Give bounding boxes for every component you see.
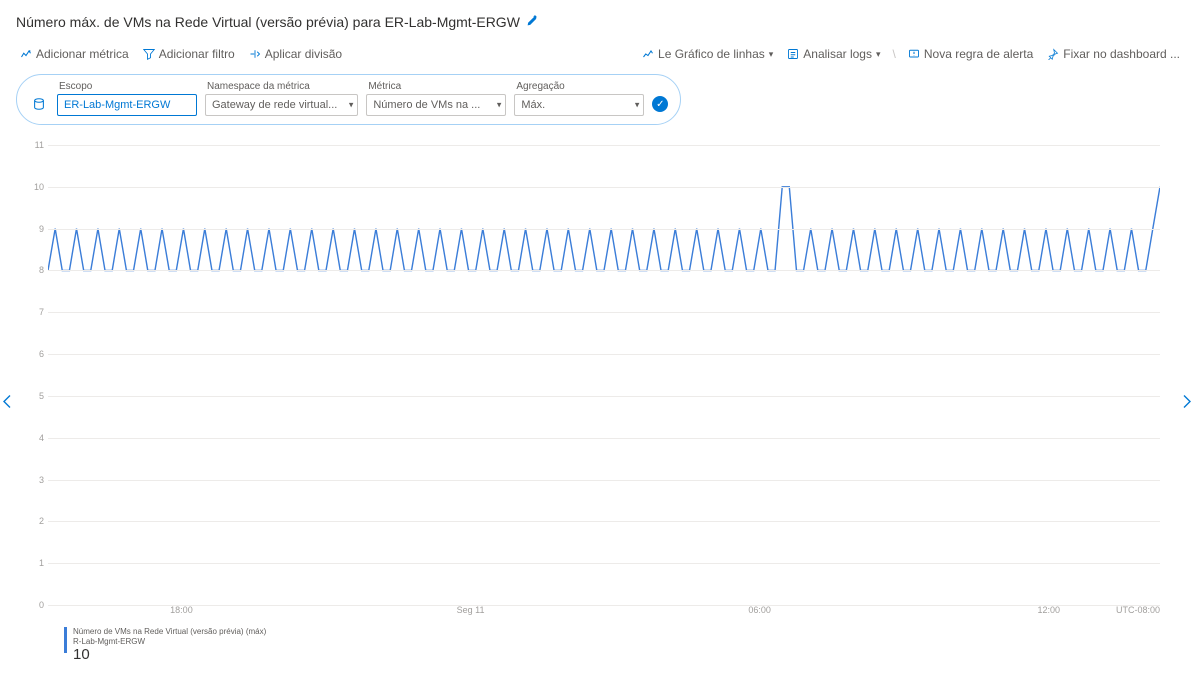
chevron-down-icon: ▾ [349,100,354,111]
page-title: Número máx. de VMs na Rede Virtual (vers… [16,14,520,30]
timezone-label: UTC-08:00 [1116,605,1160,615]
new-alert-label: Nova regra de alerta [924,47,1033,61]
metric-label: Métrica [366,81,506,92]
pin-dashboard-button[interactable]: Fixar no dashboard ... [1043,44,1184,64]
alert-icon [908,48,920,60]
y-tick-label: 6 [24,349,44,359]
apply-split-button[interactable]: Aplicar divisão [245,44,346,64]
y-tick-label: 11 [24,140,44,150]
chart-prev-button[interactable] [0,390,16,419]
y-tick-label: 5 [24,391,44,401]
add-filter-button[interactable]: Adicionar filtro [139,44,239,64]
y-tick-label: 0 [24,600,44,610]
namespace-label: Namespace da métrica [205,81,358,92]
y-tick-label: 8 [24,265,44,275]
chart-next-button[interactable] [1178,390,1196,419]
add-metric-label: Adicionar métrica [36,47,129,61]
legend-series-name: Número de VMs na Rede Virtual (versão pr… [73,627,266,637]
legend-color-swatch [64,627,67,653]
metric-value: Número de VMs na ... [373,99,480,111]
confirm-query-button[interactable]: ✓ [652,96,668,112]
logs-icon [787,48,799,60]
aggregation-dropdown[interactable]: Máx. ▾ [514,94,644,116]
pin-label: Fixar no dashboard ... [1063,47,1180,61]
apply-split-label: Aplicar divisão [265,47,342,61]
drill-logs-label: Analisar logs [803,47,872,61]
toolbar-divider: \ [891,47,898,61]
namespace-dropdown[interactable]: Gateway de rede virtual... ▾ [205,94,358,116]
aggregation-value: Máx. [521,99,545,111]
scope-label: Escopo [57,81,197,92]
edit-title-icon[interactable] [526,15,538,30]
scope-value: ER-Lab-Mgmt-ERGW [64,99,170,111]
add-filter-label: Adicionar filtro [159,47,235,61]
y-tick-label: 10 [24,182,44,192]
metric-dropdown[interactable]: Número de VMs na ... ▾ [366,94,506,116]
y-tick-label: 1 [24,558,44,568]
aggregation-label: Agregação [514,81,644,92]
x-tick-label: 06:00 [748,605,771,615]
y-tick-label: 9 [24,224,44,234]
chart-legend: Número de VMs na Rede Virtual (versão pr… [64,627,1160,663]
chevron-down-icon: ▾ [497,100,502,111]
namespace-value: Gateway de rede virtual... [212,99,337,111]
drill-logs-dropdown[interactable]: Analisar logs ▾ [783,44,884,64]
y-tick-label: 3 [24,475,44,485]
new-alert-button[interactable]: Nova regra de alerta [904,44,1037,64]
chevron-down-icon: ▾ [876,49,881,60]
chevron-down-icon: ▾ [635,100,640,111]
scope-picker[interactable]: ER-Lab-Mgmt-ERGW [57,94,197,116]
x-tick-label: 12:00 [1038,605,1061,615]
x-tick-label: Seg 11 [457,605,485,615]
chevron-down-icon: ▾ [769,49,774,60]
legend-current-value: 10 [73,646,266,663]
toolbar: Adicionar métrica Adicionar filtro Aplic… [0,40,1200,74]
chart-type-dropdown[interactable]: Le Gráfico de linhas ▾ [638,44,777,64]
chart-container: 01234567891011 18:00 Seg 11 06:00 12:00 UTC-… [0,145,1200,663]
y-tick-label: 7 [24,307,44,317]
toolbar-left: Adicionar métrica Adicionar filtro Aplic… [16,44,346,64]
pin-icon [1047,48,1059,60]
x-tick-label: 18:00 [170,605,193,615]
add-metric-button[interactable]: Adicionar métrica [16,44,133,64]
page-title-row: Número máx. de VMs na Rede Virtual (vers… [0,0,1200,40]
chart-type-label: Le Gráfico de linhas [658,47,765,61]
split-icon [249,48,261,60]
toolbar-right: Le Gráfico de linhas ▾ Analisar logs ▾ \… [638,44,1184,64]
metric-query-pill: Escopo ER-Lab-Mgmt-ERGW Namespace da mét… [16,74,681,125]
line-chart-icon [642,48,654,60]
filter-icon [143,48,155,60]
y-tick-label: 2 [24,516,44,526]
resource-icon [29,94,49,114]
chart-plot-area[interactable]: 01234567891011 [48,145,1160,605]
y-tick-label: 4 [24,433,44,443]
add-metric-icon [20,48,32,60]
legend-resource-name: R-Lab-Mgmt-ERGW [73,637,266,647]
chart-x-axis: 18:00 Seg 11 06:00 12:00 UTC-08:00 [48,605,1160,621]
